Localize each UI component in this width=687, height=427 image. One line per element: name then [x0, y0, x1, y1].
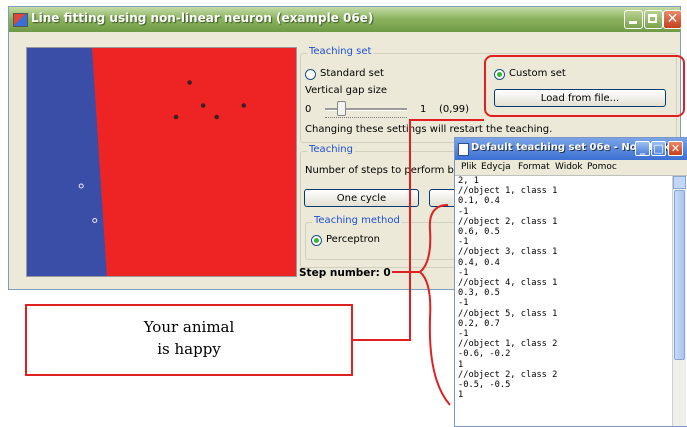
gap-slider-thumb[interactable]	[337, 101, 346, 116]
caption-box: Your animal is happy	[25, 304, 353, 376]
notepad-line: 1	[458, 390, 464, 401]
close-icon: ✕	[666, 11, 679, 27]
maximize-button[interactable]	[644, 10, 663, 29]
notepad-line: //object 5, class 1	[458, 308, 558, 319]
minimize-button[interactable]	[624, 10, 643, 29]
notepad-line: //object 2, class 1	[458, 216, 558, 227]
notepad-text-area[interactable]: 2, 1//object 1, class 1 0.1, 0.4 -1//objec…	[458, 176, 670, 424]
one-cycle-button[interactable]: One cycle	[304, 189, 419, 207]
steps-label: Number of steps to perform be	[305, 165, 461, 176]
data-point-class-1	[241, 103, 247, 108]
notepad-line: 0.3, 0.5	[458, 288, 500, 299]
scroll-up-button[interactable]	[673, 176, 686, 189]
close-button[interactable]: ✕	[663, 10, 682, 29]
standard-set-radio[interactable]	[305, 69, 316, 80]
notepad-line: 0.2, 0.7	[458, 318, 500, 329]
notepad-line: //object 3, class 1	[458, 247, 558, 258]
menu-view[interactable]: Widok	[555, 162, 583, 172]
notepad-line: -0.6, -0.2	[458, 349, 511, 360]
maximize-icon	[645, 11, 662, 28]
slider-min-label: 0	[305, 104, 312, 115]
perceptron-label[interactable]: Perceptron	[326, 234, 380, 245]
standard-set-label[interactable]: Standard set	[320, 68, 384, 79]
gap-slider-ticks	[325, 117, 407, 120]
notepad-line: //object 1, class 1	[458, 186, 558, 197]
scroll-thumb[interactable]	[674, 190, 685, 360]
menu-file[interactable]: Plik	[461, 162, 477, 172]
menu-help[interactable]: Pomoc	[587, 162, 617, 172]
notepad-line: -1	[458, 329, 469, 340]
perceptron-radio[interactable]	[311, 235, 322, 246]
title-bar[interactable]: Line fitting using non-linear neuron (ex…	[9, 7, 682, 32]
teaching-title: Teaching	[307, 144, 355, 155]
data-point-class-1	[214, 114, 219, 120]
notepad-line: 2, 1	[458, 176, 479, 186]
menu-edit[interactable]: Edycja	[481, 162, 511, 172]
plot-canvas	[27, 48, 247, 276]
notepad-minimize-button[interactable]: _	[635, 141, 650, 156]
notepad-line: //object 2, class 2	[458, 369, 558, 380]
notepad-maximize-button[interactable]: □	[651, 141, 666, 156]
notepad-line: -1	[458, 237, 469, 248]
custom-set-highlight	[484, 55, 685, 117]
data-point-class-1	[187, 80, 192, 85]
vertical-gap-label: Vertical gap size	[305, 85, 388, 96]
classification-plot	[26, 47, 297, 277]
notepad-line: //object 4, class 1	[458, 278, 558, 289]
notepad-window: Default teaching set 06e - Notatnik _ □ …	[454, 137, 687, 427]
notepad-scrollbar[interactable]	[672, 176, 686, 426]
notepad-menubar: Plik Edycja Format Widok Pomoc	[455, 160, 687, 176]
data-point-class-1	[173, 114, 179, 120]
data-point-class-1	[200, 103, 206, 108]
step-number: Step number: 0	[299, 267, 391, 279]
notepad-icon	[458, 143, 469, 156]
caption-line-2: is happy	[157, 340, 221, 358]
slider-value-text: (0,99)	[439, 104, 470, 115]
notepad-title-bar[interactable]: Default teaching set 06e - Notatnik _ □ …	[455, 138, 687, 160]
teaching-method-title: Teaching method	[312, 215, 402, 226]
restart-note: Changing these settings will restart the…	[305, 124, 553, 135]
notepad-line: -1	[458, 267, 469, 278]
notepad-close-button[interactable]: ✕	[668, 141, 683, 156]
caption-line-1: Your animal	[143, 318, 235, 336]
minimize-icon	[625, 11, 642, 28]
notepad-line: -1	[458, 298, 469, 309]
notepad-line: 0.6, 0.5	[458, 227, 500, 238]
notepad-line: //object 1, class 2	[458, 339, 558, 350]
menu-format[interactable]: Format	[518, 162, 550, 172]
app-icon	[13, 13, 28, 27]
notepad-line: 0.1, 0.4	[458, 196, 500, 207]
class2-region	[27, 48, 107, 276]
slider-max-label: 1	[420, 104, 427, 115]
notepad-line: -1	[458, 206, 469, 217]
notepad-line: 0.4, 0.4	[458, 257, 500, 268]
teaching-set-title: Teaching set	[307, 46, 374, 57]
notepad-line: -0.5, -0.5	[458, 380, 511, 391]
window-title: Line fitting using non-linear neuron (ex…	[31, 11, 374, 25]
notepad-line: 1	[458, 359, 464, 370]
